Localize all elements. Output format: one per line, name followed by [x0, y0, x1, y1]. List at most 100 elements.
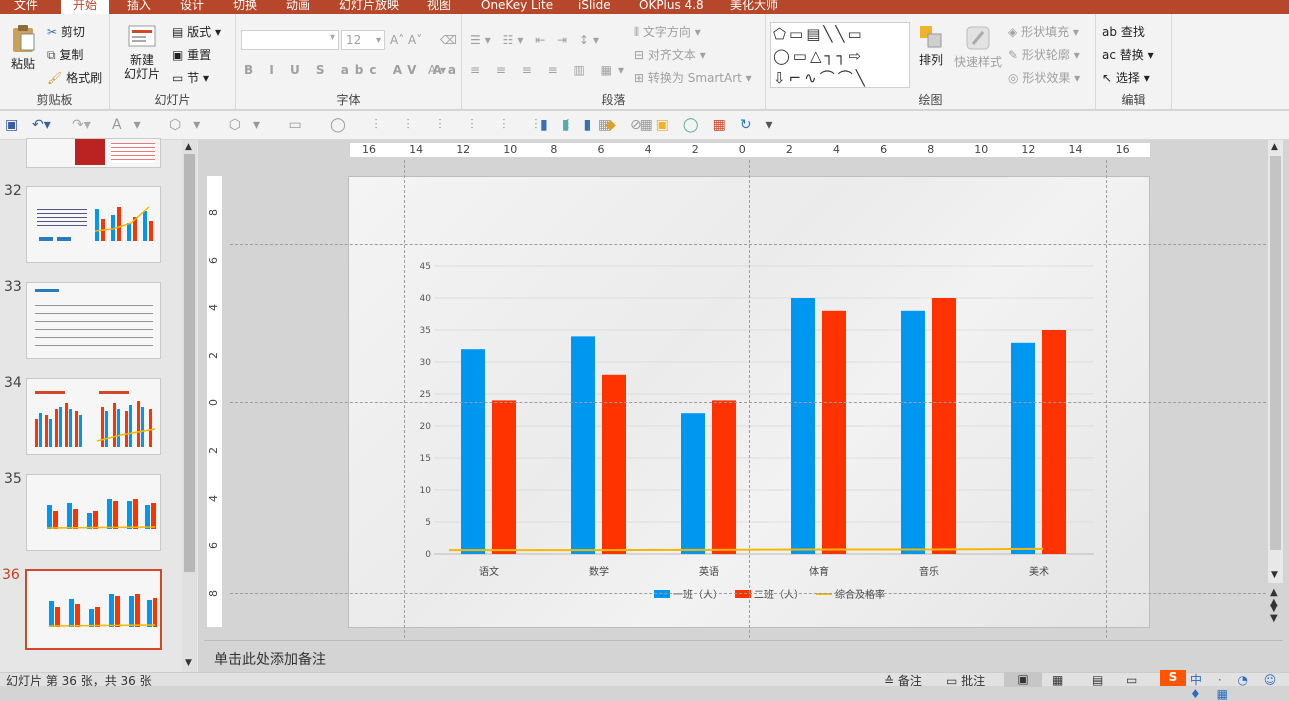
slideshow-view-icon[interactable]: ▭ [1126, 673, 1137, 687]
y-tick-label: 0 [425, 550, 431, 560]
next-slide-icon[interactable]: ▼ ▼ [1270, 604, 1278, 624]
bar[interactable] [791, 298, 815, 554]
font-name-combo[interactable]: ▾ [241, 30, 339, 50]
text-direction-label: 文字方向 [642, 25, 691, 39]
scroll-up-arrow-icon[interactable]: ▲ [1271, 142, 1278, 152]
y-tick-label: 30 [420, 358, 432, 368]
ribbon-tab-bar: 文件 开始 插入 设计 切换 动画 幻灯片放映 视图 OneKey Lite iSlide OKPl… [0, 0, 1289, 14]
format-painter-button[interactable]: 🖌 格式刷 [47, 70, 102, 86]
guide-line[interactable] [230, 593, 1266, 594]
save-icon[interactable]: ▣ [5, 117, 18, 133]
guide-line[interactable] [230, 244, 1266, 245]
guide-line[interactable] [404, 160, 405, 638]
slide-thumbnail-33[interactable] [26, 282, 161, 359]
bar[interactable] [1011, 342, 1035, 554]
bar[interactable] [901, 310, 925, 554]
select-button[interactable]: ↖ 选择 ▾ [1102, 70, 1150, 86]
bar[interactable] [571, 336, 595, 554]
tab-5[interactable]: 动画 [286, 0, 310, 14]
slide-sorter-icon[interactable]: ▦ [1052, 673, 1063, 687]
arrange-label: 排列 [918, 53, 943, 67]
chevron-down-icon: ▾ [329, 32, 335, 43]
copy-button[interactable]: ⧉ 复制 [47, 47, 83, 63]
cut-button[interactable]: ✂ 剪切 [47, 24, 85, 40]
clear-format-icon[interactable]: ⌫ [440, 32, 457, 48]
font-color-button[interactable]: A ▾ [428, 62, 446, 78]
tab-0[interactable]: 文件 [14, 0, 38, 14]
guide-line[interactable] [230, 402, 1266, 403]
convert-smartart-button[interactable]: ⊞ 转换为 SmartArt ▾ [634, 70, 752, 86]
tab-11[interactable]: 美化大师 [730, 0, 778, 14]
layout-button[interactable]: ▤ 版式 ▾ [172, 24, 221, 40]
ime-icon[interactable]: S [1160, 670, 1186, 686]
scrollbar-thumb[interactable] [184, 154, 195, 572]
ruler-label: 16 [362, 143, 376, 156]
tab-4[interactable]: 切换 [233, 0, 257, 14]
shape-effects-button[interactable]: ◎ 形状效果 ▾ [1008, 70, 1080, 86]
brush-icon: 🖌 [47, 71, 63, 85]
tab-2[interactable]: 插入 [127, 0, 151, 14]
tab-10[interactable]: OKPlus 4.8 [639, 0, 704, 14]
bar[interactable] [932, 298, 956, 554]
ime-tray-icons[interactable]: 中 ⋅ ◔ ☺ ♦ ▦ [1190, 673, 1289, 701]
shape-fill-button[interactable]: ◈ 形状填充 ▾ [1008, 24, 1079, 40]
bar[interactable] [822, 310, 846, 554]
slide-thumbnail-32[interactable] [26, 186, 161, 263]
quick-styles-button[interactable]: 快速样式 [952, 24, 1004, 69]
list-buttons[interactable]: ☰▾ ☷▾ ⇤ ⇥ ↕▾ [470, 32, 603, 48]
tab-8[interactable]: OneKey Lite [481, 0, 553, 14]
tab-3[interactable]: 设计 [180, 0, 204, 14]
format-painter-label: 格式刷 [66, 71, 103, 85]
scroll-down-arrow-icon[interactable]: ▼ [185, 658, 192, 668]
grow-font-button[interactable]: A˄ A˅ [390, 32, 422, 48]
slide-thumbnail-31[interactable] [26, 138, 161, 168]
paste-button[interactable]: 粘贴 [4, 24, 42, 71]
redo-icon[interactable]: ↷▾ [72, 117, 91, 133]
guide-line[interactable] [749, 160, 750, 638]
bar[interactable] [712, 400, 736, 554]
normal-view-icon[interactable]: ▣ [1004, 672, 1042, 687]
notes-pane[interactable]: 单击此处添加备注 [204, 640, 1283, 672]
tab-6[interactable]: 幻灯片放映 [339, 0, 399, 14]
replace-button[interactable]: ac 替换 ▾ [1102, 47, 1154, 63]
editor-scrollbar[interactable]: ▲ ▼ [1268, 140, 1283, 583]
find-button[interactable]: ab 查找 [1102, 24, 1145, 40]
cut-label: 剪切 [60, 25, 85, 39]
font-size-combo[interactable]: 12 ▾ [341, 30, 385, 50]
x-tick-label: 美术 [1029, 565, 1049, 578]
align-text-button[interactable]: ⊟ 对齐文本 ▾ [634, 47, 706, 63]
section-button[interactable]: ▭ 节 ▾ [172, 70, 209, 86]
paint-bucket-icon: ◈ [1008, 25, 1018, 39]
shapes-gallery[interactable]: ⬠▭▤╲╲▭ ◯▭△┐┐⇨ ⇩⌐∿⌒⌒╲ [770, 22, 910, 88]
bar[interactable] [492, 400, 516, 554]
ruler-label: 6 [207, 542, 220, 550]
reading-view-icon[interactable]: ▤ [1092, 673, 1103, 687]
ruler-label: 14 [1068, 143, 1083, 156]
ruler-label: 12 [456, 143, 471, 156]
slide-thumbnail-34[interactable] [26, 378, 161, 455]
undo-icon[interactable]: ↶▾ [32, 117, 51, 133]
bar[interactable] [1042, 330, 1066, 554]
thumbnail-scrollbar[interactable]: ▲ ▼ [182, 140, 197, 672]
shape-outline-button[interactable]: ✎ 形状轮廓 ▾ [1008, 47, 1080, 63]
ruler-label: 6 [207, 256, 220, 264]
scroll-down-arrow-icon[interactable]: ▼ [1271, 570, 1278, 580]
bar[interactable] [461, 349, 485, 554]
qat-color-icons[interactable]: ▮▮▮◆⊘▣◯▦↻▾ [540, 117, 787, 133]
reset-button[interactable]: ▣ 重置 [172, 47, 211, 63]
text-direction-button[interactable]: ⫴ 文字方向 ▾ [634, 24, 701, 40]
slide-thumbnail-36[interactable] [25, 569, 162, 650]
scissors-icon: ✂ [47, 25, 58, 39]
arrange-button[interactable]: 排列 [914, 24, 948, 67]
scrollbar-thumb[interactable] [1270, 156, 1281, 550]
bar[interactable] [681, 413, 705, 554]
tab-1[interactable]: 开始 [61, 0, 110, 14]
new-slide-button[interactable]: 新建 幻灯片 [118, 24, 166, 81]
slide-thumbnail-35[interactable] [26, 474, 161, 551]
align-buttons[interactable]: ≡ ≡ ≡ ≡ ▥ ▦▾ [470, 62, 630, 78]
tab-7[interactable]: 视图 [427, 0, 451, 14]
scroll-up-arrow-icon[interactable]: ▲ [185, 142, 192, 152]
editing-group: ab 查找 ac 替换 ▾ ↖ 选择 ▾ 编辑 [1096, 14, 1172, 110]
tab-9[interactable]: iSlide [578, 0, 611, 14]
guide-line[interactable] [1106, 160, 1107, 638]
